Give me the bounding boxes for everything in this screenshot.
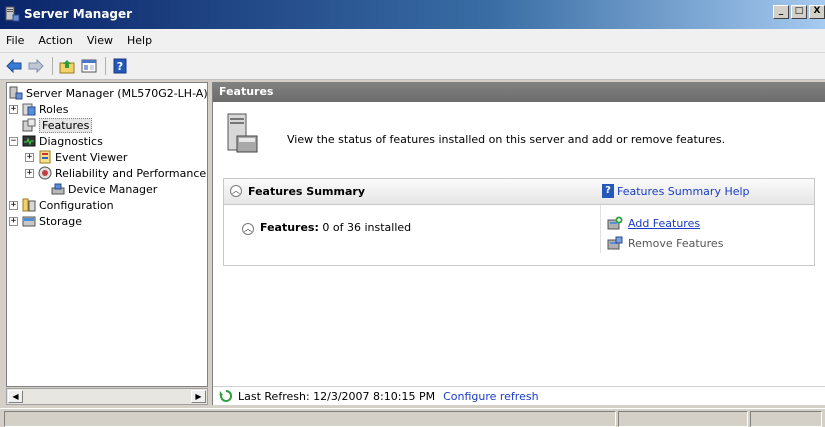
server-manager-icon — [5, 6, 20, 22]
device-manager-icon — [51, 183, 65, 195]
add-features-link[interactable]: Add Features — [628, 217, 700, 230]
expand-toggle[interactable]: + — [9, 104, 18, 114]
maximize-button[interactable]: □ — [791, 5, 807, 19]
close-button[interactable]: X — [809, 5, 825, 19]
tree-item-device-manager[interactable]: Device Manager — [38, 181, 157, 197]
help-button[interactable]: ? — [110, 56, 130, 76]
window-controls: _ □ X — [771, 5, 825, 19]
minimize-button[interactable]: _ — [773, 5, 789, 19]
tree-item-label: Event Viewer — [55, 150, 128, 164]
menu-action[interactable]: Action — [38, 34, 72, 47]
features-summary-header: ︿ Features Summary ? Features Summary He… — [224, 179, 814, 205]
summary-title: Features Summary — [248, 185, 365, 198]
tree-item-label: Configuration — [39, 198, 114, 212]
expand-toggle[interactable]: + — [9, 200, 18, 210]
features-actions-panel: Add Features Remove Features — [600, 205, 814, 253]
show-hide-tree-button[interactable] — [79, 56, 99, 76]
tree-horizontal-scrollbar[interactable]: ◀ ▶ — [6, 388, 208, 405]
configure-refresh-link[interactable]: Configure refresh — [443, 390, 538, 403]
features-count: 0 of 36 installed — [322, 221, 412, 234]
status-bar-main — [4, 411, 616, 427]
features-label: Features: — [260, 221, 319, 234]
features-summary-section: ︿ Features Summary ? Features Summary He… — [223, 178, 815, 266]
status-bar-panel — [750, 411, 822, 427]
toolbar: ? — [0, 53, 825, 80]
status-bar-panel — [618, 411, 748, 427]
forward-button[interactable] — [26, 56, 46, 76]
tree-item-label: Reliability and Performance — [55, 166, 207, 180]
remove-features-link[interactable]: Remove Features — [628, 237, 723, 250]
tree-item-label: Features — [39, 117, 93, 133]
window-title: Server Manager — [24, 7, 133, 21]
reliability-icon — [38, 166, 52, 180]
forward-arrow-icon — [28, 59, 44, 73]
help-icon: ? — [113, 58, 127, 74]
tree-item-configuration[interactable]: + Configuration — [9, 197, 114, 213]
status-bar — [0, 408, 825, 427]
expand-toggle[interactable]: + — [25, 168, 34, 178]
tree-item-label: Server Manager (ML570G2-LH-A) — [26, 86, 208, 100]
tree-item-features[interactable]: Features — [9, 117, 93, 133]
back-button[interactable] — [4, 56, 24, 76]
remove-features-action[interactable]: Remove Features — [607, 235, 723, 251]
up-one-level-button[interactable] — [57, 56, 77, 76]
menu-file[interactable]: File — [6, 34, 24, 47]
tree-item-label: Device Manager — [68, 182, 158, 196]
collapse-toggle[interactable]: − — [9, 136, 18, 146]
content-pane: Features View the status of features ins… — [212, 82, 825, 405]
server-manager-icon — [9, 86, 23, 100]
diagnostics-icon — [22, 135, 36, 147]
show-hide-tree-icon — [81, 59, 97, 73]
up-folder-icon — [59, 60, 75, 74]
tree-item-label: Storage — [39, 214, 83, 228]
features-summary-body: ︿ Features: 0 of 36 installed Add Featur… — [224, 205, 814, 265]
menu-view[interactable]: View — [87, 34, 113, 47]
event-viewer-icon — [39, 150, 51, 164]
refresh-icon[interactable] — [219, 389, 233, 403]
add-features-icon — [607, 216, 623, 230]
back-arrow-icon — [6, 59, 22, 73]
toolbar-separator — [105, 57, 106, 75]
tree-item-reliability[interactable]: + Reliability and Performance — [25, 165, 206, 181]
features-large-icon — [227, 113, 258, 153]
menu-bar: File Action View Help — [0, 29, 825, 53]
add-features-action[interactable]: Add Features — [607, 215, 700, 231]
content-header: Features — [213, 82, 825, 102]
features-summary-help-link[interactable]: Features Summary Help — [617, 185, 750, 198]
collapse-summary-button[interactable]: ︿ — [230, 185, 242, 197]
intro-description: View the status of features installed on… — [287, 133, 726, 146]
refresh-bar: Last Refresh: 12/3/2007 8:10:15 PM Confi… — [213, 386, 825, 405]
features-status: Features: 0 of 36 installed — [260, 221, 411, 234]
help-icon: ? — [602, 184, 614, 198]
roles-icon — [22, 103, 36, 116]
scroll-right-button[interactable]: ▶ — [191, 390, 206, 403]
last-refresh-text: Last Refresh: 12/3/2007 8:10:15 PM — [238, 389, 436, 403]
expand-toggle[interactable]: + — [25, 152, 34, 162]
menu-help[interactable]: Help — [127, 34, 152, 47]
tree-item-storage[interactable]: + Storage — [9, 213, 82, 229]
title-bar: Server Manager _ □ X — [0, 0, 825, 29]
configuration-icon — [22, 198, 36, 212]
expand-toggle[interactable]: + — [9, 216, 18, 226]
tree-item-diagnostics[interactable]: − Diagnostics — [9, 133, 103, 149]
collapse-features-button[interactable]: ︿ — [242, 223, 254, 235]
tree-item-label: Roles — [39, 102, 69, 116]
tree-item-event-viewer[interactable]: + Event Viewer — [25, 149, 127, 165]
tree-item-roles[interactable]: + Roles — [9, 101, 68, 117]
tree-item-server-manager[interactable]: Server Manager (ML570G2-LH-A) — [9, 85, 208, 101]
scroll-left-button[interactable]: ◀ — [8, 390, 23, 403]
storage-icon — [22, 216, 36, 227]
remove-features-icon — [607, 236, 623, 250]
features-icon — [22, 118, 36, 132]
svg-text:?: ? — [117, 60, 123, 73]
navigation-tree[interactable]: Server Manager (ML570G2-LH-A) + Roles Fe… — [6, 82, 208, 387]
tree-item-label: Diagnostics — [39, 134, 103, 148]
toolbar-separator — [52, 57, 53, 75]
